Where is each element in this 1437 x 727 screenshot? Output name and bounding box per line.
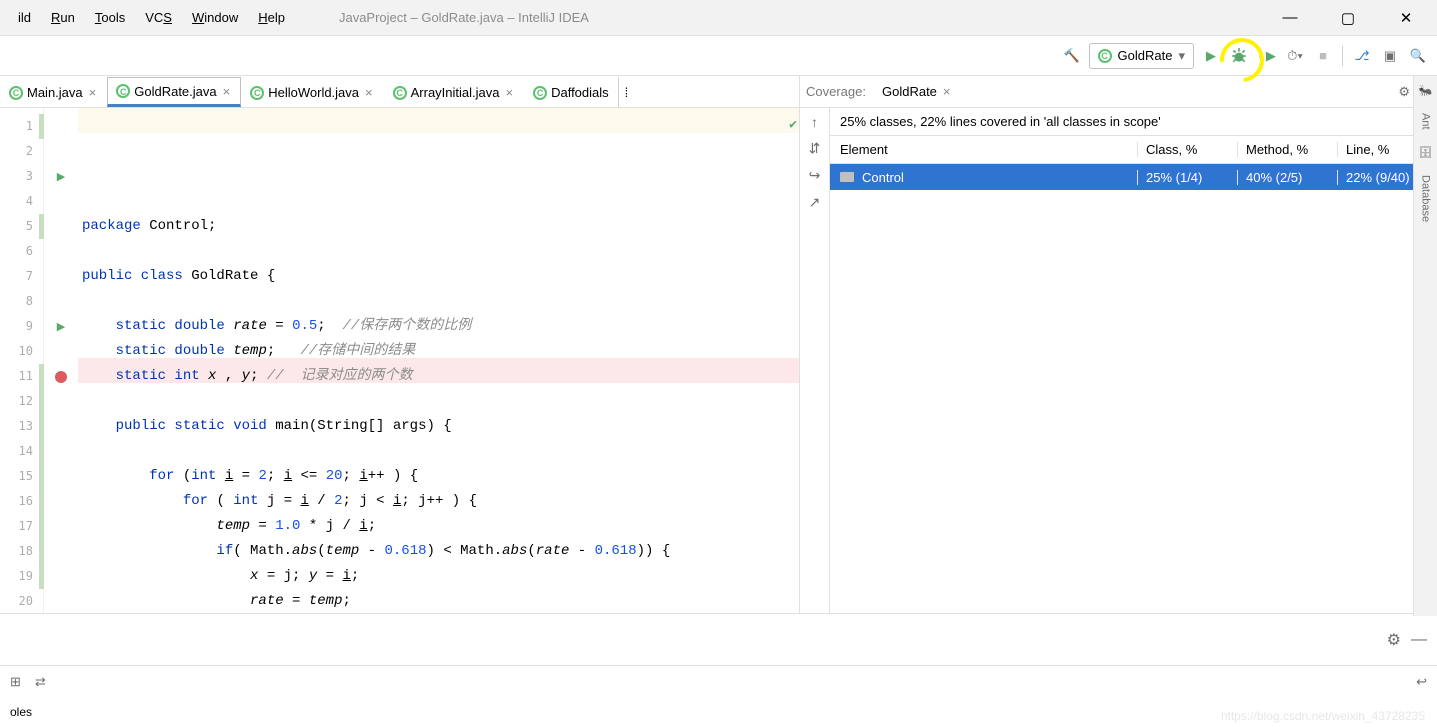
menu-window[interactable]: Window <box>182 6 248 29</box>
coverage-panel: Coverage: GoldRate × ⚙ — ↑ ⇵ ↪ ↗ 25% cla… <box>800 76 1437 613</box>
run-gutter-icon[interactable]: ▶ <box>44 314 78 339</box>
class-icon <box>533 86 547 100</box>
coverage-bar <box>39 364 44 589</box>
main-row: Main.java× GoldRate.java× HelloWorld.jav… <box>0 76 1437 614</box>
separator <box>1342 46 1343 66</box>
class-icon <box>393 86 407 100</box>
line-numbers: 1234567891011121314151617181920 <box>0 108 44 613</box>
menu-bar: ild Run Tools VCS Window Help <box>8 6 295 29</box>
class-icon <box>9 86 23 100</box>
editor-tabs: Main.java× GoldRate.java× HelloWorld.jav… <box>0 76 799 108</box>
ant-label[interactable]: Ant <box>1420 113 1432 130</box>
col-class[interactable]: Class, % <box>1137 142 1237 157</box>
menu-vcs[interactable]: VCS <box>135 6 182 29</box>
coverage-bar <box>39 114 44 139</box>
bottom-toolbar: ⊞ ⇄ ↩ <box>0 666 1437 698</box>
run-config-label: GoldRate <box>1118 48 1173 63</box>
run-config-select[interactable]: GoldRate ▾ <box>1089 43 1194 69</box>
search-icon[interactable]: 🔍 <box>1407 43 1429 69</box>
menu-help[interactable]: Help <box>248 6 295 29</box>
tab-helloworld[interactable]: HelloWorld.java× <box>241 77 383 107</box>
code-editor[interactable]: 1234567891011121314151617181920 ▶▶ ✔ pac… <box>0 108 799 613</box>
layout-icon[interactable]: ⊞ <box>10 674 21 690</box>
database-label[interactable]: Database <box>1420 175 1432 222</box>
nav-icon[interactable]: ↪ <box>809 167 821 184</box>
close-button[interactable]: ✕ <box>1389 1 1423 35</box>
tab-main[interactable]: Main.java× <box>0 77 107 107</box>
coverage-title: Coverage: <box>806 84 866 99</box>
window-controls: — ▢ ✕ <box>1273 1 1429 35</box>
coverage-sidebar: ↑ ⇵ ↪ ↗ <box>800 108 830 613</box>
up-icon[interactable]: ↑ <box>811 114 818 130</box>
maximize-button[interactable]: ▢ <box>1331 1 1365 35</box>
class-icon <box>116 84 130 98</box>
run-icon[interactable]: ▶ <box>1200 43 1222 69</box>
profile-icon[interactable]: ⏱▾ <box>1284 43 1306 69</box>
breakpoint-icon[interactable] <box>44 364 78 389</box>
tab-goldrate[interactable]: GoldRate.java× <box>107 77 241 107</box>
tab-daffodials[interactable]: Daffodials <box>524 77 618 107</box>
minimize-icon[interactable]: — <box>1411 631 1427 649</box>
toolbar: 🔨 GoldRate ▾ ▶ ◐▶ ⏱▾ ■ ⎇ ▣ 🔍 <box>0 36 1437 76</box>
class-icon <box>1098 49 1112 63</box>
coverage-header: Coverage: GoldRate × ⚙ — <box>800 76 1437 108</box>
stop-icon[interactable]: ■ <box>1312 43 1334 69</box>
bottom-panel-header: ⚙ — <box>0 614 1437 666</box>
gear-icon[interactable]: ⚙ <box>1387 630 1401 650</box>
run-gutter-icon[interactable]: ▶ <box>44 164 78 189</box>
tabs-overflow[interactable]: ⁞ <box>618 77 636 107</box>
minimize-button[interactable]: — <box>1273 1 1307 35</box>
watermark: https://blog.csdn.net/weixin_43728235 <box>1221 709 1425 723</box>
col-element[interactable]: Element <box>830 142 1137 157</box>
close-icon[interactable]: × <box>363 85 375 100</box>
dropdown-icon: ▾ <box>1178 48 1185 64</box>
coverage-run-tab[interactable]: GoldRate × <box>874 81 959 102</box>
coverage-bar <box>39 214 44 239</box>
gear-icon[interactable]: ⚙ <box>1398 84 1410 100</box>
softwrap-icon[interactable]: ↩ <box>1416 674 1427 690</box>
update-icon[interactable]: ▣ <box>1379 43 1401 69</box>
folder-icon <box>840 172 854 182</box>
close-icon[interactable]: × <box>221 84 233 99</box>
build-icon[interactable]: 🔨 <box>1061 43 1083 69</box>
close-icon[interactable]: × <box>943 84 951 99</box>
editor-area: Main.java× GoldRate.java× HelloWorld.jav… <box>0 76 800 613</box>
close-icon[interactable]: × <box>503 85 515 100</box>
code-content[interactable]: ✔ package Control; public class GoldRate… <box>78 108 799 613</box>
debug-icon[interactable] <box>1228 43 1250 69</box>
flatten-icon[interactable]: ⇵ <box>809 140 821 157</box>
title-bar: ild Run Tools VCS Window Help JavaProjec… <box>0 0 1437 36</box>
menu-build[interactable]: ild <box>8 6 41 29</box>
right-tool-rail: 🐜 Ant 🗄 Database <box>1413 76 1437 616</box>
export-icon[interactable]: ↗ <box>809 194 821 211</box>
gutter-markers[interactable]: ▶▶ <box>44 108 78 613</box>
coverage-body: ↑ ⇵ ↪ ↗ 25% classes, 22% lines covered i… <box>800 108 1437 613</box>
filter-icon[interactable]: ⇄ <box>35 674 46 690</box>
tab-arrayinitial[interactable]: ArrayInitial.java× <box>384 77 524 107</box>
coverage-table-header: Element Class, % Method, % Line, % <box>830 136 1437 164</box>
menu-run[interactable]: Run <box>41 6 85 29</box>
class-icon <box>250 86 264 100</box>
col-method[interactable]: Method, % <box>1237 142 1337 157</box>
coverage-summary: 25% classes, 22% lines covered in 'all c… <box>830 108 1437 136</box>
database-icon[interactable]: 🗄 <box>1419 146 1433 159</box>
coverage-row[interactable]: Control 25% (1/4) 40% (2/5) 22% (9/40) <box>830 164 1437 190</box>
menu-tools[interactable]: Tools <box>85 6 135 29</box>
status-text: oles <box>10 705 32 719</box>
close-icon[interactable]: × <box>87 85 99 100</box>
ant-icon[interactable]: 🐜 <box>1419 84 1433 97</box>
window-title: JavaProject – GoldRate.java – IntelliJ I… <box>339 10 589 25</box>
coverage-main: 25% classes, 22% lines covered in 'all c… <box>830 108 1437 613</box>
git-icon[interactable]: ⎇ <box>1351 43 1373 69</box>
check-icon: ✔ <box>789 112 797 137</box>
